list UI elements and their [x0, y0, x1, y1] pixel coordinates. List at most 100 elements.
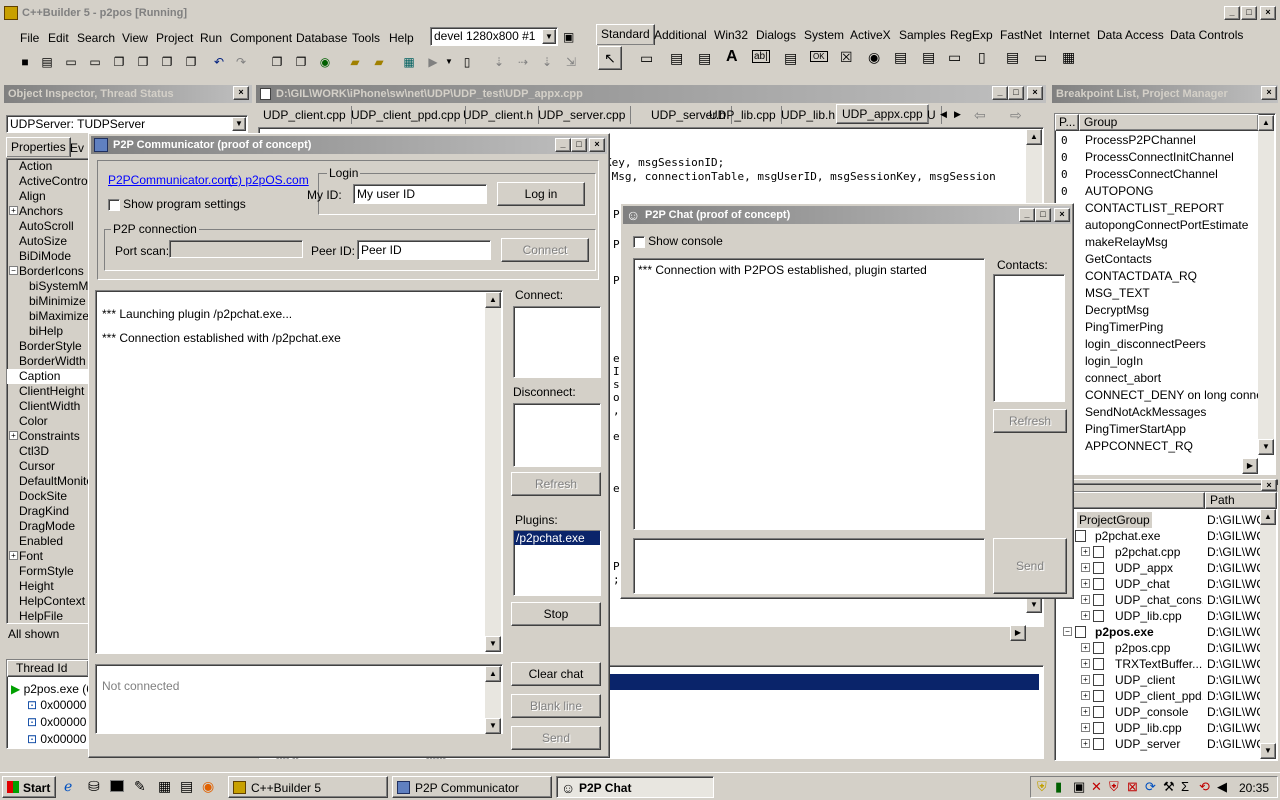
property-row[interactable]: Caption: [7, 369, 89, 384]
scroll-right-icon[interactable]: ▶: [1010, 625, 1026, 641]
chat-log[interactable]: *** Connection with P2POS established, p…: [633, 258, 985, 530]
antivirus-icon[interactable]: ⛨: [1109, 779, 1119, 795]
menu-help[interactable]: Help: [389, 28, 414, 48]
scroll-down-icon[interactable]: ▼: [485, 718, 501, 734]
expand-icon[interactable]: +: [1081, 691, 1090, 700]
thread-row[interactable]: ⊡ 0x00000: [27, 715, 86, 729]
step-icon[interactable]: ⇣: [538, 53, 556, 71]
toggle-form-icon[interactable]: ❐: [182, 53, 200, 71]
blank-line-button[interactable]: Blank line: [511, 694, 601, 718]
bp-row[interactable]: 0 ProcessConnectInitChannel: [1055, 149, 1259, 166]
tab-udp-lib-cpp[interactable]: UDP_lib.cpp: [704, 106, 782, 124]
p2p-minimize-icon[interactable]: _: [555, 138, 571, 152]
connect-button[interactable]: Connect: [501, 238, 589, 262]
property-row[interactable]: Ctl3D: [7, 444, 89, 459]
expand-icon[interactable]: +: [1081, 563, 1090, 572]
plugin-item[interactable]: /p2pchat.exe: [514, 531, 600, 545]
maximize-icon[interactable]: □: [1241, 6, 1257, 20]
expand-icon[interactable]: +: [1081, 723, 1090, 732]
property-row[interactable]: biHelp: [7, 324, 89, 339]
property-row[interactable]: Cursor: [7, 459, 89, 474]
reset-icon[interactable]: ⇲: [562, 53, 580, 71]
menu-component[interactable]: Component: [230, 28, 292, 48]
scroll-down-icon[interactable]: ▼: [1026, 597, 1042, 613]
property-row[interactable]: − BorderIcons: [7, 264, 89, 279]
label-icon[interactable]: A: [726, 48, 738, 66]
connect-list[interactable]: [513, 306, 601, 378]
bp-row[interactable]: CONTACTLIST_REPORT: [1055, 200, 1259, 217]
bp-row[interactable]: GetContacts: [1055, 251, 1259, 268]
show-settings-checkbox[interactable]: Show program settings: [108, 197, 246, 212]
firefox-icon[interactable]: ◉: [202, 778, 214, 795]
log-vscrollbar[interactable]: [485, 292, 501, 652]
tray-tools-icon[interactable]: ⚒: [1163, 779, 1175, 795]
property-row[interactable]: biSystemMe: [7, 279, 89, 294]
bp-col-group[interactable]: Group: [1079, 114, 1259, 131]
palette-tab-samples[interactable]: Samples: [899, 28, 946, 42]
folder-open-icon[interactable]: ▰: [370, 53, 388, 71]
plugins-list[interactable]: /p2pchat.exe: [513, 530, 601, 596]
refresh-button[interactable]: Refresh: [511, 472, 601, 496]
tab-scroll-right-icon[interactable]: ▶: [954, 109, 961, 120]
sync-icon[interactable]: ⟲: [1199, 779, 1210, 795]
open-icon[interactable]: ▤: [38, 53, 56, 71]
log-area[interactable]: *** Launching plugin /p2pchat.exe... ***…: [95, 290, 503, 654]
scroll-up-icon[interactable]: ▲: [1260, 509, 1276, 525]
bp-row[interactable]: CONTACTDATA_RQ: [1055, 268, 1259, 285]
scroll-down-icon[interactable]: ▼: [485, 636, 501, 652]
view-form-icon[interactable]: ❐: [292, 53, 310, 71]
chevron-down-icon[interactable]: ▼: [542, 29, 556, 44]
frames-icon[interactable]: ▭: [640, 50, 653, 67]
undo-icon[interactable]: ↶: [210, 53, 228, 71]
tab-properties[interactable]: Properties: [6, 137, 71, 157]
tab-udp-client-ppd-cpp[interactable]: UDP_client_ppd.cpp: [346, 106, 467, 124]
checkbox-box[interactable]: [108, 199, 120, 212]
project-manager[interactable]: s Path ProjectGroup D:\GIL\WORK − p2pchat.e…: [1054, 491, 1278, 761]
menu-edit[interactable]: Edit: [48, 28, 69, 48]
property-row[interactable]: AutoScroll: [7, 219, 89, 234]
pm-row[interactable]: + UDP_chat_cons... D:\GIL\WORK: [1055, 592, 1261, 608]
edit-icon[interactable]: ab|: [752, 50, 770, 63]
property-row[interactable]: FormStyle: [7, 564, 89, 579]
trace-into-icon[interactable]: ⇣: [490, 53, 508, 71]
sum-icon[interactable]: Σ: [1181, 779, 1189, 794]
x-icon[interactable]: ✕: [1091, 779, 1102, 795]
remove-file-icon[interactable]: ❐: [158, 53, 176, 71]
task-p2p-communicator[interactable]: P2P Communicator: [392, 776, 552, 798]
property-row[interactable]: ActiveControl: [7, 174, 89, 189]
pm-row[interactable]: + p2pos.cpp D:\GIL\WORK: [1055, 640, 1261, 656]
property-row[interactable]: DefaultMonito: [7, 474, 89, 489]
expand-icon[interactable]: +: [1081, 579, 1090, 588]
menu-run[interactable]: Run: [200, 28, 222, 48]
globe-icon[interactable]: ◉: [316, 53, 334, 71]
actionlist-icon[interactable]: ▦: [1062, 49, 1075, 66]
pm-row[interactable]: + UDP_lib.cpp D:\GIL\WORK: [1055, 720, 1261, 736]
p2p-maximize-icon[interactable]: □: [571, 138, 587, 152]
chat-refresh-button[interactable]: Refresh: [993, 409, 1067, 433]
thread-header[interactable]: Thread Id: [7, 660, 89, 677]
pm-row[interactable]: + UDP_client_ppd... D:\GIL\WORK: [1055, 688, 1261, 704]
menu-search[interactable]: Search: [77, 28, 115, 48]
editor-close-icon[interactable]: ×: [1027, 86, 1043, 100]
tab-udp-client-h[interactable]: UDP_client.h: [458, 106, 540, 124]
property-row[interactable]: + Font: [7, 549, 89, 564]
groupbox-icon[interactable]: ▯: [978, 49, 986, 66]
login-button[interactable]: Log in: [497, 182, 585, 206]
calc-icon[interactable]: ▦: [158, 778, 171, 795]
panel-icon[interactable]: ▭: [1034, 49, 1047, 66]
update-icon[interactable]: ⟳: [1145, 779, 1156, 795]
task-cbuilder[interactable]: C++Builder 5: [228, 776, 388, 798]
property-row[interactable]: HelpFile: [7, 609, 89, 623]
menu-project[interactable]: Project: [156, 28, 193, 48]
combobox-icon[interactable]: ▤: [922, 49, 935, 66]
start-button[interactable]: Start: [2, 776, 56, 798]
editor-maximize-icon[interactable]: □: [1008, 86, 1024, 100]
expand-icon[interactable]: +: [1081, 675, 1090, 684]
menu-database[interactable]: Database: [296, 28, 347, 48]
property-row[interactable]: Color: [7, 414, 89, 429]
peer-id-field[interactable]: Peer ID: [357, 240, 491, 260]
expand-icon[interactable]: +: [1081, 595, 1090, 604]
bp-close-icon[interactable]: ×: [1261, 86, 1277, 100]
volume-icon[interactable]: ◀: [1217, 779, 1227, 795]
pm-row[interactable]: ProjectGroup D:\GIL\WORK: [1055, 512, 1261, 528]
